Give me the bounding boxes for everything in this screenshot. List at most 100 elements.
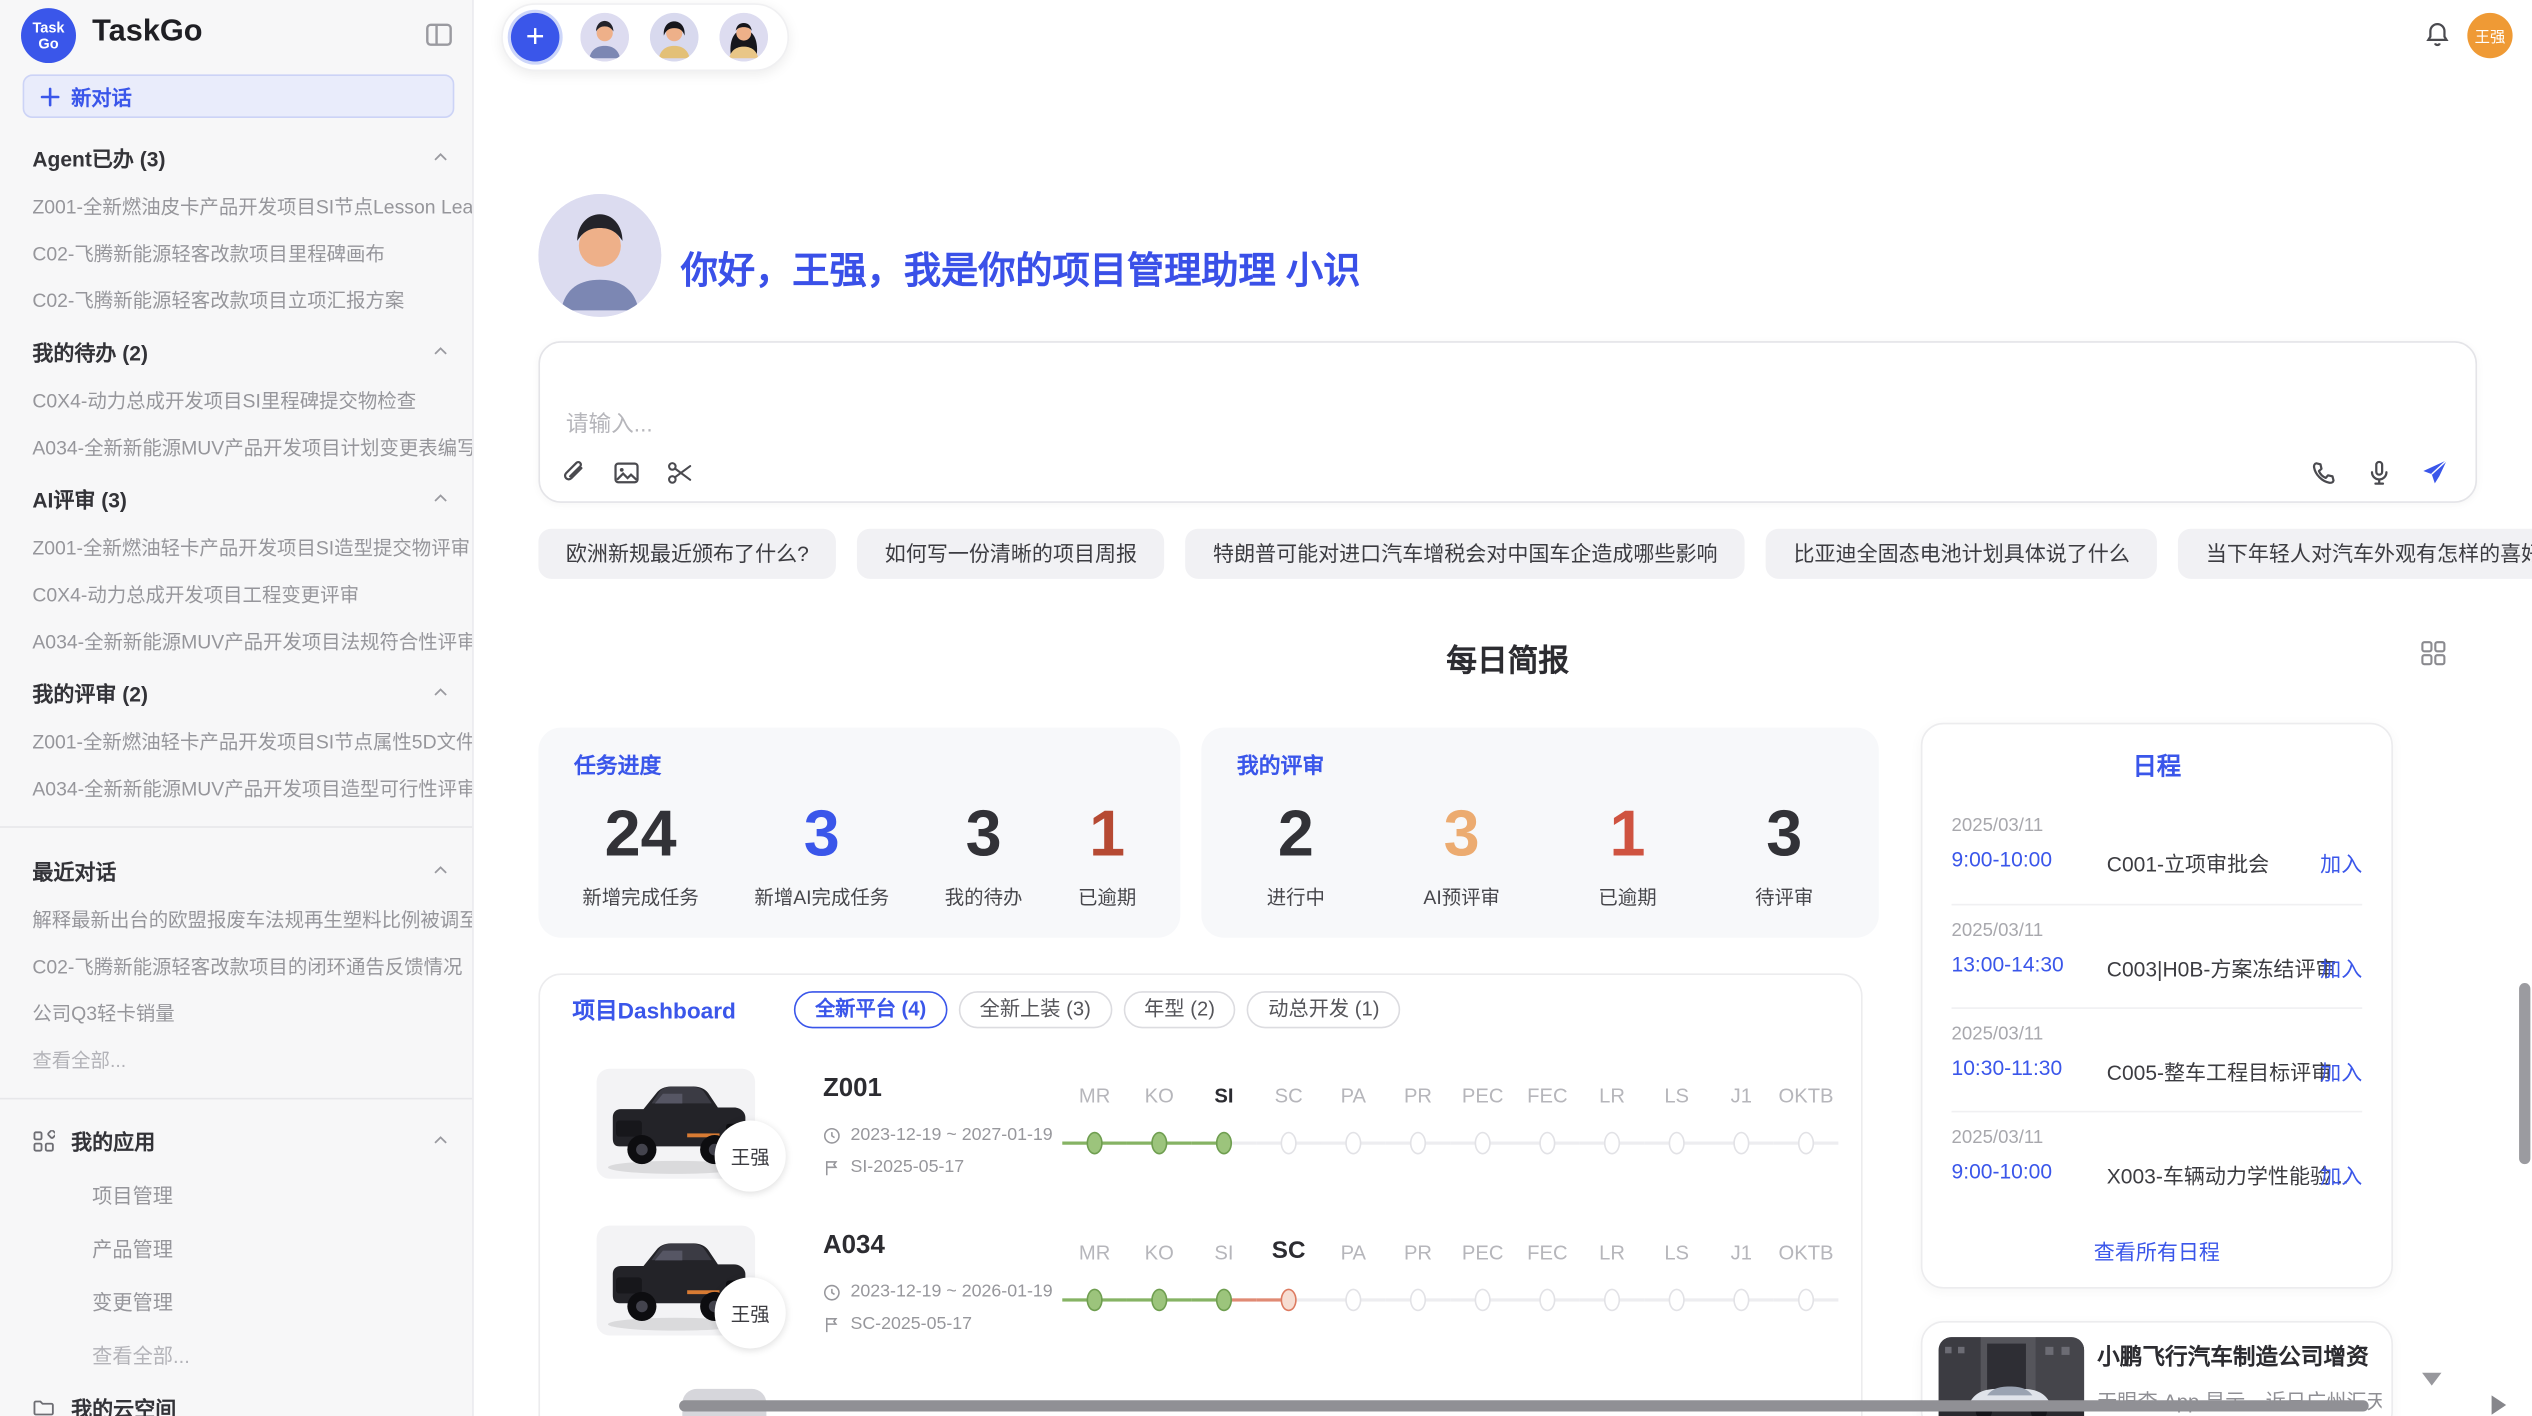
scroll-right-arrow-icon[interactable] <box>2492 1395 2507 1414</box>
tab-new-body[interactable]: 全新上装 (3) <box>959 991 1112 1028</box>
composer-placeholder: 请输入... <box>566 407 653 439</box>
task-progress-card: 任务进度 24新增完成任务 3新增AI完成任务 3我的待办 1已逾期 <box>538 728 1180 938</box>
milestone-label: OKTB <box>1779 1242 1834 1265</box>
session-avatar-1[interactable] <box>580 13 629 62</box>
project-owner-badge: 王强 <box>715 1277 786 1348</box>
sidebar-item[interactable]: C02-飞腾新能源轻客改款项目立项汇报方案 <box>0 276 472 323</box>
sidebar-item[interactable]: C0X4-动力总成开发项目工程变更评审 <box>0 571 472 618</box>
sidebar-item[interactable]: Z001-全新燃油轻卡产品开发项目SI造型提交物评审 <box>0 524 472 571</box>
message-composer[interactable]: 请输入... <box>538 341 2477 503</box>
project-row-z001[interactable]: 王强 Z001 2023-12-19 ~ 2027-01-19 SI-2025-… <box>540 1053 1861 1210</box>
app-item-product-mgmt[interactable]: 产品管理 <box>0 1221 472 1274</box>
project-flag-text: SC-2025-05-17 <box>850 1315 972 1334</box>
join-link[interactable]: 加入 <box>2320 847 2362 878</box>
new-chat-button[interactable]: 新对话 <box>23 74 455 118</box>
apps-view-all[interactable]: 查看全部... <box>0 1327 472 1380</box>
milestone-label: PR <box>1404 1242 1432 1265</box>
recent-view-all[interactable]: 查看全部... <box>0 1036 472 1083</box>
sidebar-collapse-icon[interactable] <box>425 21 452 48</box>
milestone-label: KO <box>1145 1085 1174 1108</box>
milestone: OKTB <box>1774 1072 1839 1185</box>
suggestion-chips: 欧洲新规最近颁布了什么? 如何写一份清晰的项目周报 特朗普可能对进口汽车增税会对… <box>538 529 2532 579</box>
schedule-event[interactable]: 2025/03/11 9:00-10:00 C001-立项审批会 加入 <box>1952 800 2363 903</box>
stat-label: 新增完成任务 <box>582 882 698 909</box>
stats-row: 2进行中 3AI预评审 1已逾期 3待评审 <box>1217 783 1862 925</box>
horizontal-scrollbar[interactable] <box>679 1400 2369 1411</box>
milestone-dot <box>1410 1132 1426 1155</box>
sidebar-item[interactable]: C0X4-动力总成开发项目SI里程碑提交物检查 <box>0 377 472 424</box>
tab-new-platform[interactable]: 全新平台 (4) <box>794 991 947 1028</box>
session-avatar-2[interactable] <box>650 13 699 62</box>
stat-new-done[interactable]: 24新增完成任务 <box>582 798 698 910</box>
session-switcher: + <box>501 3 789 71</box>
sidebar-item[interactable]: Z001-全新燃油皮卡产品开发项目SI节点Lesson Learn报告 <box>0 183 472 230</box>
milestone-label: PA <box>1341 1242 1366 1265</box>
send-icon[interactable] <box>2420 458 2449 487</box>
suggestion-chip[interactable]: 比亚迪全固态电池计划具体说了什么 <box>1766 529 2157 579</box>
stat-ai-done[interactable]: 3新增AI完成任务 <box>754 798 889 910</box>
recent-item[interactable]: 解释最新出台的欧盟报废车法规再生塑料比例被调至15%... <box>0 896 472 943</box>
attachment-icon[interactable] <box>559 459 586 486</box>
user-avatar[interactable]: 王强 <box>2467 13 2512 58</box>
recent-item[interactable]: 公司Q3轻卡销量 <box>0 990 472 1037</box>
schedule-event[interactable]: 2025/03/11 10:30-11:30 C005-整车工程目标评审 加入 <box>1952 1007 2363 1112</box>
section-header-ai-review[interactable]: AI评审 (3) <box>0 471 472 524</box>
section-header-my-review[interactable]: 我的评审 (2) <box>0 665 472 718</box>
event-date: 2025/03/11 <box>1952 922 2363 941</box>
section-header-recent[interactable]: 最近对话 <box>0 842 472 895</box>
milestone-label: LR <box>1599 1242 1625 1265</box>
suggestion-chip[interactable]: 如何写一份清晰的项目周报 <box>857 529 1164 579</box>
schedule-event[interactable]: 2025/03/11 9:00-10:00 X003-车辆动力学性能验... 加… <box>1952 1111 2363 1216</box>
milestone-label: PEC <box>1462 1085 1504 1108</box>
event-time: 10:30-11:30 <box>1952 1056 2063 1080</box>
milestone-dot <box>1539 1132 1555 1155</box>
tab-powertrain[interactable]: 动总开发 (1) <box>1247 991 1400 1028</box>
session-avatar-3[interactable] <box>720 13 769 62</box>
milestone-dot <box>1410 1289 1426 1312</box>
stat-pending-review[interactable]: 3待评审 <box>1755 798 1813 910</box>
sidebar-item[interactable]: C02-飞腾新能源轻客改款项目里程碑画布 <box>0 230 472 277</box>
sidebar-item[interactable]: A034-全新新能源MUV产品开发项目计划变更表编写 <box>0 424 472 471</box>
sidebar-item[interactable]: A034-全新新能源MUV产品开发项目造型可行性评审 <box>0 765 472 812</box>
sidebar-item-cloud-space[interactable]: 我的云空间 <box>0 1381 472 1416</box>
suggestion-chip[interactable]: 特朗普可能对进口汽车增税会对中国车企造成哪些影响 <box>1186 529 1745 579</box>
layout-grid-icon[interactable] <box>2420 640 2446 666</box>
event-time: 13:00-14:30 <box>1952 952 2064 976</box>
microphone-icon[interactable] <box>2365 458 2392 485</box>
new-session-button[interactable]: + <box>511 13 560 62</box>
join-link[interactable]: 加入 <box>2320 952 2362 983</box>
phone-icon[interactable] <box>2310 458 2337 485</box>
stat-overdue[interactable]: 1已逾期 <box>1598 798 1656 910</box>
view-all-schedule-link[interactable]: 查看所有日程 <box>1922 1235 2391 1266</box>
stat-my-todo[interactable]: 3我的待办 <box>945 798 1023 910</box>
stat-label: 已逾期 <box>1598 882 1656 909</box>
stat-in-progress[interactable]: 2进行中 <box>1267 798 1325 910</box>
sidebar-item[interactable]: A034-全新新能源MUV产品开发项目法规符合性评审 <box>0 618 472 665</box>
milestone: LS <box>1644 1229 1709 1342</box>
milestone-dot <box>1475 1289 1491 1312</box>
schedule-event[interactable]: 2025/03/11 13:00-14:30 C003|H0B-方案冻结评审 加… <box>1952 904 2363 1009</box>
section-header-agent-done[interactable]: Agent已办 (3) <box>0 129 472 182</box>
app-item-change-mgmt[interactable]: 变更管理 <box>0 1274 472 1327</box>
stat-overdue[interactable]: 1已逾期 <box>1078 798 1136 910</box>
project-row-a034[interactable]: 王强 A034 2023-12-19 ~ 2026-01-19 SC-2025-… <box>540 1209 1861 1366</box>
event-name: C001-立项审批会 <box>2107 847 2269 878</box>
tab-year-model[interactable]: 年型 (2) <box>1123 991 1236 1028</box>
suggestion-chip[interactable]: 欧洲新规最近颁布了什么? <box>538 529 836 579</box>
recent-item[interactable]: C02-飞腾新能源轻客改款项目的闭环通告反馈情况 <box>0 943 472 990</box>
section-header-my-todo[interactable]: 我的待办 (2) <box>0 323 472 376</box>
join-link[interactable]: 加入 <box>2320 1159 2362 1190</box>
join-link[interactable]: 加入 <box>2320 1056 2362 1087</box>
stat-ai-prereview[interactable]: 3AI预评审 <box>1423 798 1500 910</box>
vertical-scrollbar[interactable] <box>2519 983 2530 1164</box>
milestone-track: MR KO SI SC PA PR PEC FEC LR LS J1 OKTB <box>1062 1072 1838 1185</box>
scroll-down-arrow-icon[interactable] <box>2422 1373 2441 1386</box>
sidebar-item[interactable]: Z001-全新燃油轻卡产品开发项目SI节点属性5D文件评审 <box>0 718 472 765</box>
notification-bell-icon[interactable] <box>2424 21 2451 48</box>
suggestion-chip[interactable]: 当下年轻人对汽车外观有怎样的喜好趋势 <box>2178 529 2532 579</box>
milestone: J1 <box>1709 1072 1774 1185</box>
sidebar-item-my-apps[interactable]: 我的应用 <box>0 1114 472 1167</box>
app-item-project-mgmt[interactable]: 项目管理 <box>0 1167 472 1220</box>
scissors-icon[interactable] <box>666 459 693 486</box>
image-icon[interactable] <box>613 459 640 486</box>
